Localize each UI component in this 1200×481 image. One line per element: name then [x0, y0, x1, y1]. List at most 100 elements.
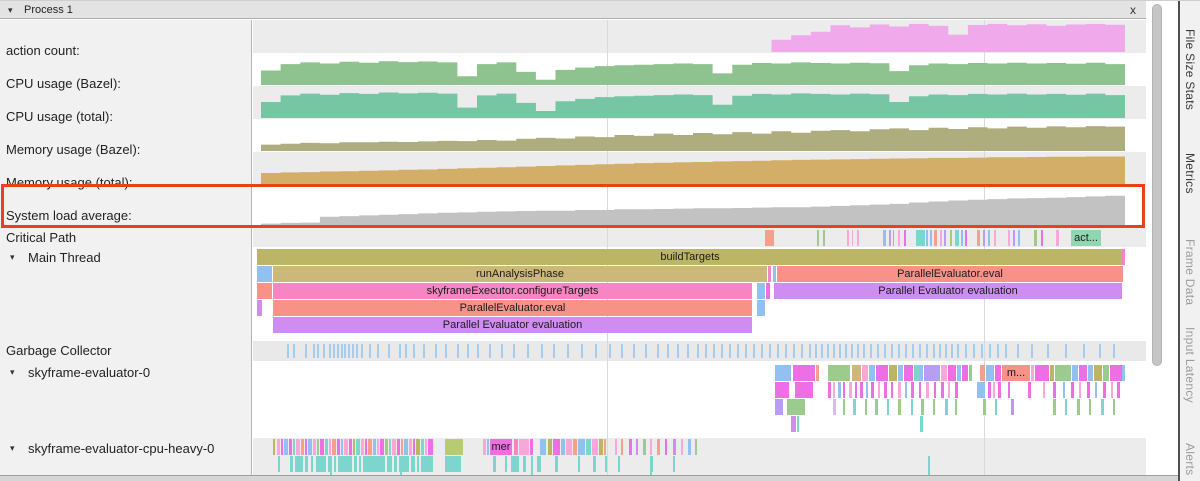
cpu-heavy-span[interactable]	[665, 439, 667, 455]
cpu-heavy-span[interactable]	[380, 439, 384, 455]
cpu-heavy-span[interactable]	[421, 439, 424, 455]
main-thread-span[interactable]	[766, 283, 770, 299]
evaluator0-span[interactable]	[1094, 365, 1102, 381]
evaluator0-span[interactable]	[849, 382, 852, 398]
tab-input-latency[interactable]: Input Latency	[1183, 327, 1197, 403]
gc-tick[interactable]	[645, 344, 647, 358]
evaluator0-span[interactable]	[904, 365, 913, 381]
cpu-heavy-span[interactable]	[389, 439, 391, 455]
cpu-heavy-span[interactable]	[487, 439, 489, 455]
critical-path-slice[interactable]	[940, 230, 942, 246]
evaluator0-span[interactable]	[957, 365, 961, 381]
evaluator0-span[interactable]	[843, 399, 845, 415]
evaluator0-span[interactable]	[1113, 399, 1115, 415]
evaluator0-span[interactable]	[791, 416, 796, 432]
evaluator0-span[interactable]	[884, 382, 887, 398]
cpu-heavy-span[interactable]	[289, 439, 292, 455]
main-thread-span[interactable]	[768, 266, 771, 282]
critical-path-slice[interactable]	[977, 230, 980, 246]
critical-path-slice[interactable]	[926, 230, 928, 246]
gc-tick[interactable]	[905, 344, 907, 358]
gc-tick[interactable]	[965, 344, 967, 358]
gc-tick[interactable]	[657, 344, 659, 358]
gc-tick[interactable]	[705, 344, 707, 358]
cpu-heavy-span[interactable]	[578, 439, 585, 455]
tab-frame-data[interactable]: Frame Data	[1183, 239, 1197, 305]
cpu-heavy-span[interactable]	[421, 456, 433, 472]
critical-path-slice[interactable]	[1018, 230, 1020, 246]
gc-tick[interactable]	[884, 344, 886, 358]
evaluator0-span[interactable]	[983, 399, 986, 415]
cpu-heavy-span[interactable]	[605, 456, 607, 472]
gc-tick[interactable]	[541, 344, 543, 358]
gc-tick[interactable]	[973, 344, 975, 358]
evaluator0-span[interactable]	[866, 382, 868, 398]
evaluator0-span[interactable]	[934, 382, 936, 398]
cpu-heavy-span[interactable]	[293, 439, 295, 455]
critical-path-slice[interactable]	[889, 230, 891, 246]
cpu-heavy-span[interactable]	[537, 456, 541, 472]
gc-tick[interactable]	[513, 344, 515, 358]
evaluator0-span[interactable]	[1089, 399, 1091, 415]
evaluator0-span[interactable]	[898, 382, 901, 398]
critical-path-slice[interactable]	[916, 230, 925, 246]
cpu-heavy-span[interactable]	[368, 439, 372, 455]
cpu-heavy-span[interactable]	[417, 456, 419, 472]
gc-tick[interactable]	[323, 344, 325, 358]
gc-tick[interactable]	[677, 344, 679, 358]
evaluator0-span[interactable]	[969, 365, 972, 381]
gc-tick[interactable]	[413, 344, 415, 358]
gc-tick[interactable]	[801, 344, 803, 358]
evaluator0-span[interactable]	[838, 382, 841, 398]
gc-tick[interactable]	[877, 344, 879, 358]
evaluator0-span[interactable]	[995, 365, 1001, 381]
gc-tick[interactable]	[1099, 344, 1101, 358]
evaluator0-span[interactable]	[1063, 382, 1065, 398]
cpu-heavy-span[interactable]	[325, 439, 328, 455]
gc-tick[interactable]	[317, 344, 319, 358]
gc-tick[interactable]	[821, 344, 823, 358]
cpu-heavy-span[interactable]	[284, 439, 288, 455]
critical-path-slice[interactable]	[961, 230, 963, 246]
cpu-heavy-span-long[interactable]	[531, 456, 533, 475]
evaluator0-span[interactable]	[1055, 365, 1071, 381]
evaluator0-span[interactable]	[869, 365, 875, 381]
evaluator0-span[interactable]	[955, 399, 957, 415]
evaluator0-span[interactable]	[986, 365, 994, 381]
evaluator0-span[interactable]	[924, 365, 940, 381]
cpu-heavy-span[interactable]	[523, 456, 526, 472]
evaluator0-span[interactable]	[1117, 382, 1120, 398]
evaluator0-span[interactable]	[948, 382, 950, 398]
cpu-heavy-span[interactable]	[586, 439, 591, 455]
cpu-heavy-span[interactable]	[688, 439, 691, 455]
gc-tick[interactable]	[369, 344, 371, 358]
counter-chart-1[interactable]	[253, 23, 1146, 52]
main-thread-span[interactable]: Parallel Evaluator evaluation	[774, 283, 1122, 299]
gc-tick[interactable]	[997, 344, 999, 358]
evaluator0-span[interactable]	[1072, 365, 1078, 381]
evaluator0-span[interactable]	[1053, 382, 1056, 398]
vertical-scrollbar-thumb[interactable]	[1152, 4, 1162, 366]
collapse-icon[interactable]: ▾	[10, 367, 15, 378]
cpu-heavy-span[interactable]	[338, 456, 352, 472]
gc-tick[interactable]	[891, 344, 893, 358]
cpu-heavy-span-long[interactable]	[400, 456, 402, 475]
collapse-icon[interactable]: ▾	[10, 443, 15, 454]
evaluator0-span[interactable]	[787, 399, 805, 415]
critical-path-slice[interactable]	[983, 230, 985, 246]
evaluator0-span[interactable]	[793, 365, 815, 381]
evaluator0-span[interactable]	[920, 416, 923, 432]
cpu-heavy-span[interactable]	[394, 456, 397, 472]
evaluator0-span[interactable]	[1079, 382, 1081, 398]
gc-tick[interactable]	[445, 344, 447, 358]
critical-path-slice[interactable]	[857, 230, 859, 246]
cpu-heavy-span-long[interactable]	[330, 456, 332, 475]
cpu-heavy-span[interactable]	[392, 439, 396, 455]
gc-tick[interactable]	[769, 344, 771, 358]
evaluator0-span[interactable]	[855, 382, 857, 398]
critical-path-slice[interactable]	[955, 230, 959, 246]
gc-tick[interactable]	[377, 344, 379, 358]
evaluator0-span[interactable]	[833, 382, 835, 398]
gc-tick[interactable]	[352, 344, 354, 358]
cpu-heavy-span[interactable]	[592, 439, 598, 455]
